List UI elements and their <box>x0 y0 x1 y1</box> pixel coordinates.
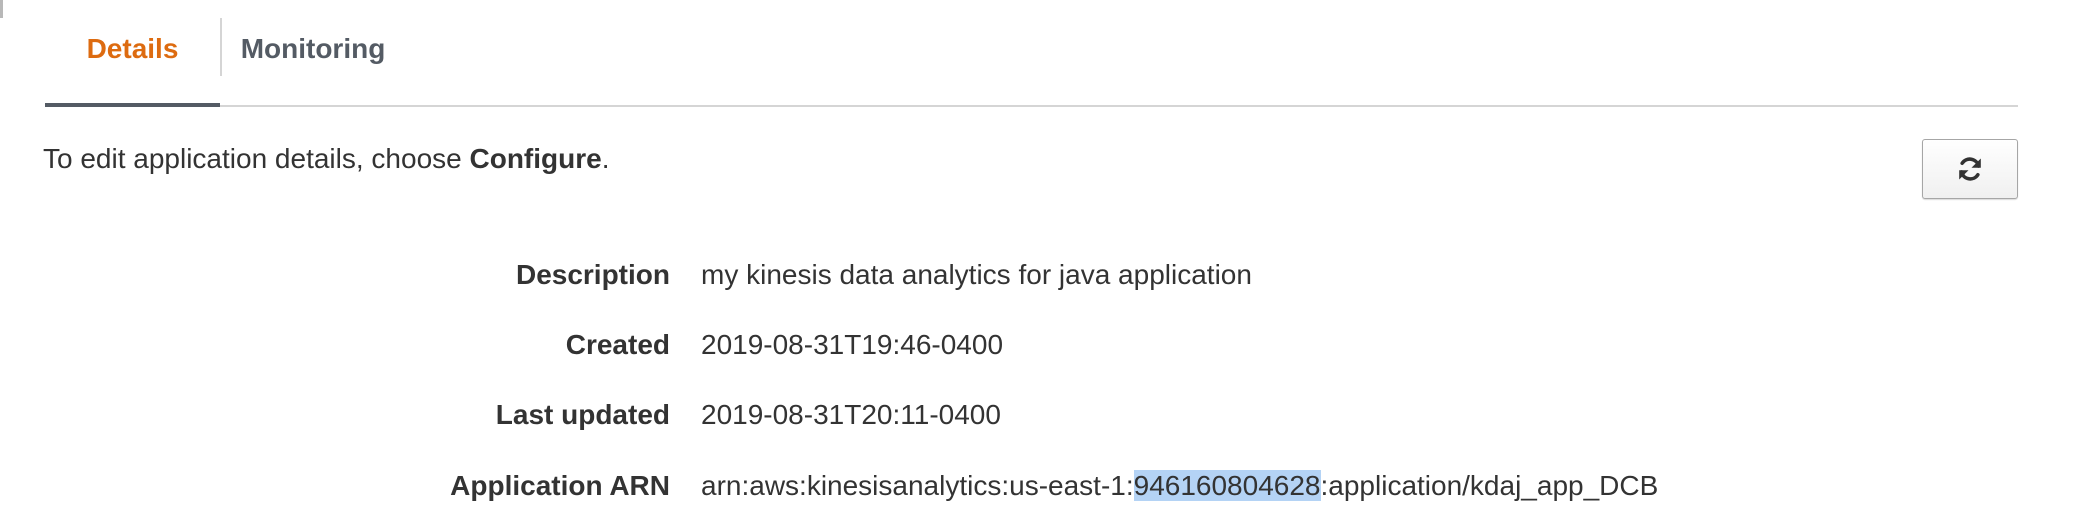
detail-row-application-arn: Application ARN arn:aws:kinesisanalytics… <box>0 470 2074 510</box>
tab-bar: Details Monitoring <box>45 0 2018 107</box>
refresh-button[interactable] <box>1922 139 2018 199</box>
window-edge <box>0 0 3 18</box>
arn-suffix: :application/kdaj_app_DCB <box>1320 470 1659 501</box>
tab-monitoring[interactable]: Monitoring <box>222 0 404 105</box>
tab-details-label: Details <box>86 33 179 64</box>
description-value: my kinesis data analytics for java appli… <box>701 259 1252 290</box>
detail-row-last-updated: Last updated 2019-08-31T20:11-0400 <box>0 399 2074 439</box>
tab-details[interactable]: Details <box>45 0 220 107</box>
tab-monitoring-label: Monitoring <box>240 33 386 64</box>
arn-account-id-selection[interactable]: 946160804628 <box>1133 470 1321 501</box>
created-label: Created <box>565 329 670 360</box>
detail-row-created: Created 2019-08-31T19:46-0400 <box>0 329 2074 369</box>
last-updated-label: Last updated <box>495 399 670 430</box>
last-updated-value: 2019-08-31T20:11-0400 <box>701 399 1001 430</box>
detail-row-description: Description my kinesis data analytics fo… <box>0 259 2074 299</box>
configure-hint-action: Configure <box>469 143 602 174</box>
configure-hint-suffix: . <box>601 143 610 174</box>
refresh-icon <box>1959 157 1981 181</box>
application-arn-label: Application ARN <box>450 470 670 501</box>
arn-prefix: arn:aws:kinesisanalytics:us-east-1: <box>701 470 1134 501</box>
configure-hint: To edit application details, choose Conf… <box>43 143 610 175</box>
application-arn-value[interactable]: arn:aws:kinesisanalytics:us-east-1:94616… <box>701 470 1658 502</box>
configure-hint-prefix: To edit application details, choose <box>43 143 470 174</box>
description-label: Description <box>515 259 670 290</box>
created-value: 2019-08-31T19:46-0400 <box>701 329 1004 360</box>
